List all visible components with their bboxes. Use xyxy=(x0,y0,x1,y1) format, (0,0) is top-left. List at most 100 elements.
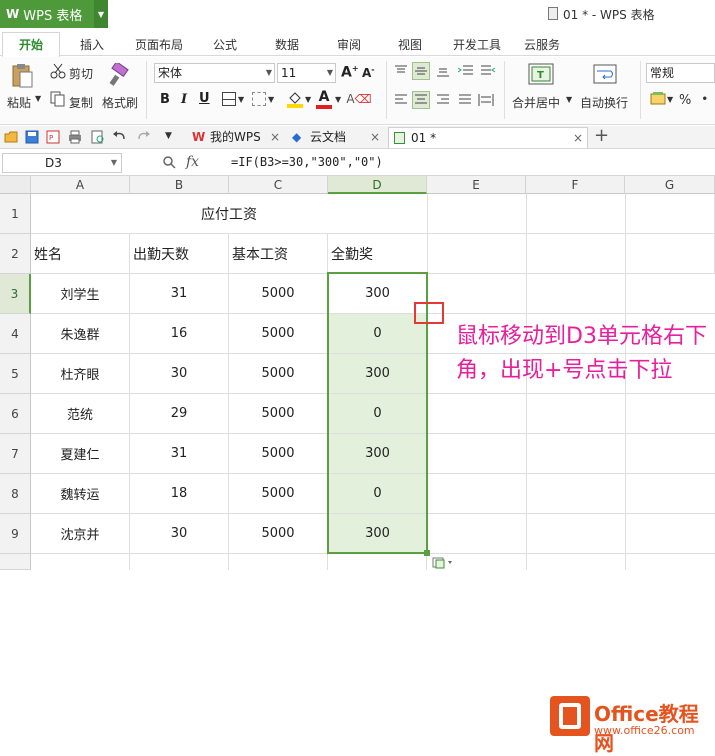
cell[interactable] xyxy=(428,194,527,234)
table-cell[interactable]: 魏转运 xyxy=(31,474,130,514)
align-top-icon[interactable] xyxy=(394,64,408,78)
row-header-8[interactable]: 8 xyxy=(0,474,31,514)
align-center-icon[interactable] xyxy=(412,91,430,109)
format-painter-icon[interactable] xyxy=(108,61,132,89)
tab-home[interactable]: 开始 xyxy=(19,36,43,53)
close-icon[interactable]: × xyxy=(573,128,583,148)
align-middle-icon[interactable] xyxy=(412,62,430,80)
copy-button[interactable]: 复制 xyxy=(69,94,93,111)
table-cell[interactable]: 5000 xyxy=(229,314,328,354)
table-cell[interactable]: 18 xyxy=(130,474,229,514)
table-cell[interactable]: 5000 xyxy=(229,394,328,434)
app-menu-button[interactable]: W WPS 表格 ▼ xyxy=(0,0,108,28)
chevron-down-icon[interactable]: ▼ xyxy=(335,95,341,104)
save-icon[interactable] xyxy=(25,130,39,144)
row-header-5[interactable]: 5 xyxy=(0,354,31,394)
font-size-select[interactable]: 11 ▼ xyxy=(277,63,336,83)
table-cell[interactable]: 朱逸群 xyxy=(31,314,130,354)
table-cell[interactable]: 5000 xyxy=(229,474,328,514)
align-bottom-icon[interactable] xyxy=(436,64,450,78)
auto-fill-options-icon[interactable] xyxy=(432,557,462,571)
row-header-10[interactable] xyxy=(0,554,31,570)
number-format-select[interactable]: 常规 xyxy=(646,63,715,83)
chevron-down-icon[interactable]: ▼ xyxy=(268,95,274,104)
table-cell[interactable]: 范统 xyxy=(31,394,130,434)
cell[interactable] xyxy=(527,194,626,234)
table-cell[interactable]: 30 xyxy=(130,354,229,394)
table-cell[interactable]: 夏建仁 xyxy=(31,434,130,474)
column-header-g[interactable]: G xyxy=(625,176,715,194)
table-cell[interactable]: 5000 xyxy=(229,434,328,474)
redo-icon[interactable] xyxy=(137,130,151,144)
chevron-down-icon[interactable]: ▼ xyxy=(305,95,311,104)
new-tab-icon[interactable]: + xyxy=(594,125,609,146)
column-header-c[interactable]: C xyxy=(229,176,328,194)
header-cell-salary[interactable]: 基本工资 xyxy=(229,234,328,274)
print-preview-icon[interactable] xyxy=(91,130,105,144)
percent-button[interactable]: % xyxy=(679,93,691,108)
table-cell[interactable]: 300 xyxy=(328,514,428,554)
row-header-4[interactable]: 4 xyxy=(0,314,31,354)
tab-insert[interactable]: 插入 xyxy=(80,36,104,53)
bold-icon[interactable]: B xyxy=(160,92,170,107)
borders-icon[interactable] xyxy=(222,92,236,106)
doc-tab-cloud-docs[interactable]: ◆ 云文档 × xyxy=(288,127,384,148)
chevron-down-icon[interactable]: ▼ xyxy=(566,95,572,104)
row-header-1[interactable]: 1 xyxy=(0,194,31,234)
table-cell[interactable]: 31 xyxy=(130,274,229,314)
empty-cells-area[interactable] xyxy=(428,274,715,570)
cell[interactable] xyxy=(428,234,527,274)
tab-formulas[interactable]: 公式 xyxy=(213,36,237,53)
italic-icon[interactable]: I xyxy=(181,92,187,107)
folder-icon[interactable] xyxy=(4,130,18,144)
fill-handle[interactable] xyxy=(424,550,430,556)
paste-dropdown-icon[interactable]: ▼ xyxy=(35,94,41,103)
tab-page-layout[interactable]: 页面布局 xyxy=(135,36,183,53)
paste-button[interactable]: 粘贴 xyxy=(7,94,31,111)
close-icon[interactable]: × xyxy=(270,127,280,147)
header-cell-name[interactable]: 姓名 xyxy=(31,234,130,274)
table-cell[interactable]: 刘学生 xyxy=(31,274,130,314)
chevron-down-icon[interactable]: ▼ xyxy=(667,95,673,104)
outdent-icon[interactable] xyxy=(480,64,496,78)
align-left-icon[interactable] xyxy=(394,93,408,107)
clear-format-icon[interactable]: A⌫ xyxy=(346,90,371,108)
search-icon[interactable] xyxy=(162,155,176,172)
scissors-icon[interactable] xyxy=(50,63,66,79)
format-painter-button[interactable]: 格式刷 xyxy=(102,94,138,111)
row-header-9[interactable]: 9 xyxy=(0,514,31,554)
column-header-e[interactable]: E xyxy=(427,176,526,194)
table-cell[interactable]: 0 xyxy=(328,474,428,514)
tab-data[interactable]: 数据 xyxy=(275,36,299,53)
table-cell[interactable]: 0 xyxy=(328,314,428,354)
font-color-icon[interactable]: A xyxy=(316,89,332,109)
table-cell[interactable]: 300 xyxy=(328,434,428,474)
column-header-f[interactable]: F xyxy=(526,176,625,194)
sheet-title-cell[interactable]: 应付工资 xyxy=(31,194,428,234)
currency-icon[interactable] xyxy=(650,91,666,107)
table-cell[interactable]: 300 xyxy=(328,354,428,394)
fill-color-icon[interactable] xyxy=(287,90,303,108)
doc-tab-active[interactable]: 01 * × xyxy=(388,127,588,148)
table-cell[interactable]: 29 xyxy=(130,394,229,434)
table-cell[interactable]: 30 xyxy=(130,514,229,554)
active-cell-d3[interactable]: 300 xyxy=(328,274,428,314)
cell-style-icon[interactable] xyxy=(252,92,266,106)
pdf-icon[interactable]: P xyxy=(46,130,60,144)
empty-row-10[interactable] xyxy=(31,554,428,570)
paste-icon[interactable] xyxy=(10,61,34,89)
wrap-text-icon[interactable] xyxy=(592,61,618,87)
distributed-icon[interactable] xyxy=(478,93,494,107)
table-cell[interactable]: 0 xyxy=(328,394,428,434)
column-header-b[interactable]: B xyxy=(130,176,229,194)
cut-button[interactable]: 剪切 xyxy=(69,65,93,82)
tab-developer[interactable]: 开发工具 xyxy=(453,36,501,53)
undo-icon[interactable] xyxy=(112,130,126,144)
formula-input[interactable]: =IF(B3>=30,"300","0") xyxy=(231,155,383,169)
header-cell-bonus[interactable]: 全勤奖 xyxy=(328,234,428,274)
print-icon[interactable] xyxy=(68,130,82,144)
header-cell-days[interactable]: 出勤天数 xyxy=(130,234,229,274)
row-header-6[interactable]: 6 xyxy=(0,394,31,434)
column-header-d[interactable]: D xyxy=(328,176,427,194)
table-cell[interactable]: 16 xyxy=(130,314,229,354)
